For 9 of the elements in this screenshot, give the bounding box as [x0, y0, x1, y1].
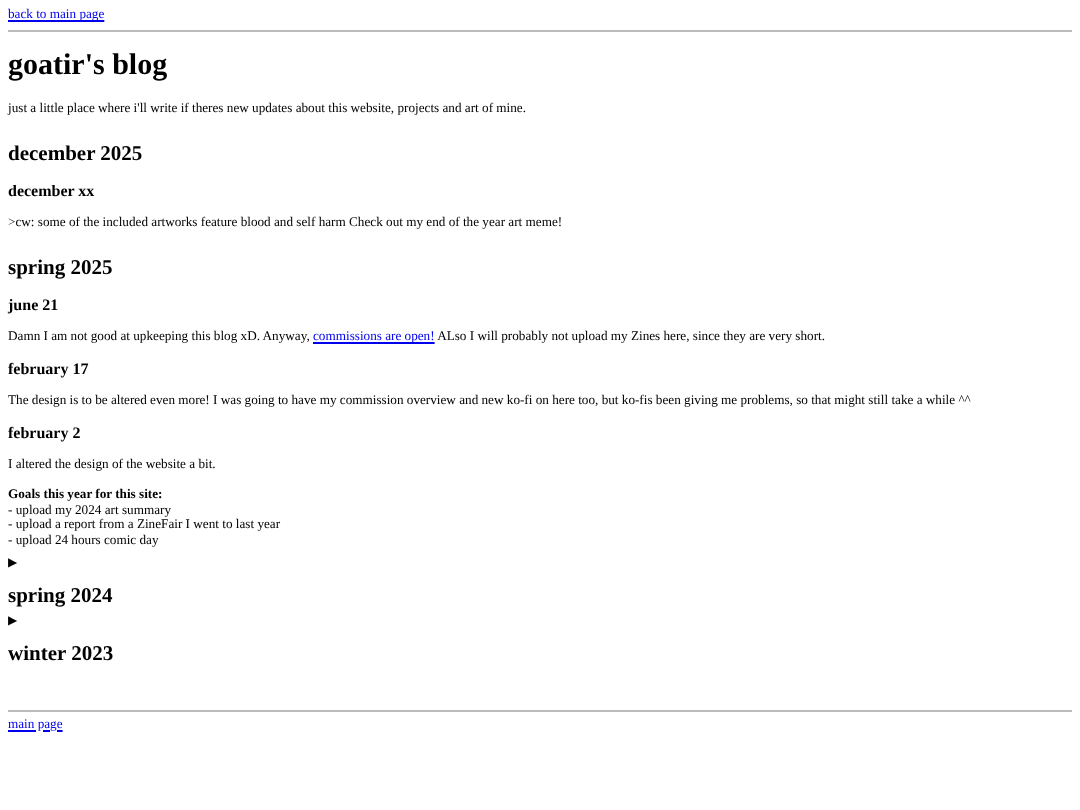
- post-date: december xx: [8, 182, 95, 200]
- post-date: february 17: [8, 360, 89, 378]
- season-heading: winter 2023: [8, 643, 114, 666]
- season-heading: december 2025: [8, 144, 143, 166]
- blog-title: goatir's blog: [8, 50, 168, 84]
- season-heading: spring 2024: [8, 585, 113, 608]
- post-date: february 2: [8, 424, 81, 442]
- post-date: june 21: [8, 296, 59, 314]
- season-heading: spring 2025: [8, 258, 113, 280]
